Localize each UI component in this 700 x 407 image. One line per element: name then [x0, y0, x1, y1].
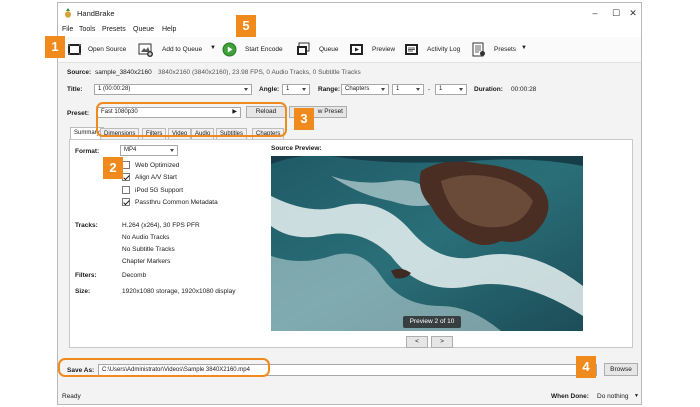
when-done-label: When Done: — [551, 393, 589, 400]
range-type-select[interactable]: Chapters — [341, 84, 389, 95]
web-optimized-label: Web Optimized — [135, 162, 180, 169]
title-label: Title: — [67, 86, 83, 93]
chevron-down-icon[interactable]: ▼ — [521, 45, 527, 51]
browse-button[interactable]: Browse — [604, 363, 638, 376]
toolbar: Open Source Add to Queue ▼ Start Encode — [58, 37, 641, 63]
align-av-label: Align A/V Start — [135, 174, 177, 181]
menu-tools[interactable]: Tools — [79, 26, 95, 33]
range-separator: - — [428, 86, 431, 93]
pineapple-icon — [65, 8, 71, 18]
handbrake-window: HandBrake – ☐ ✕ File Tools Presets Queue… — [57, 2, 642, 405]
status-bar: Ready When Done: Do nothing ▼ — [58, 389, 641, 405]
presets-icon — [472, 42, 485, 57]
highlight-save-as — [58, 358, 270, 377]
title-select[interactable]: 1 (00:00:28) — [94, 84, 252, 95]
format-label: Format: — [75, 148, 100, 155]
track-video: H.264 (x264), 30 FPS PFR — [122, 222, 200, 229]
passthru-metadata-label: Passthru Common Metadata — [135, 199, 218, 206]
range-label: Range: — [318, 86, 341, 93]
source-preview-label: Source Preview: — [271, 145, 322, 152]
window-title: HandBrake — [77, 9, 115, 18]
align-av-checkbox[interactable] — [122, 173, 130, 181]
preset-label: Preset: — [67, 110, 90, 117]
play-icon — [222, 42, 237, 57]
chevron-down-icon[interactable]: ▼ — [210, 45, 216, 51]
menu-bar: File Tools Presets Queue Help — [58, 23, 641, 37]
track-subtitle: No Subtitle Tracks — [122, 246, 175, 253]
when-done-select[interactable]: Do nothing — [597, 393, 628, 400]
menu-queue[interactable]: Queue — [133, 26, 154, 33]
source-label: Source: — [67, 69, 92, 76]
title-bar: HandBrake – ☐ ✕ — [58, 3, 641, 23]
preview-label: Preview — [372, 46, 396, 53]
start-encode-label: Start Encode — [245, 46, 283, 53]
track-chapters: Chapter Markers — [122, 258, 171, 265]
add-to-queue-label: Add to Queue — [162, 46, 203, 53]
film-icon — [68, 44, 81, 55]
callout-3: 3 — [294, 108, 314, 130]
angle-select[interactable]: 1 — [282, 84, 310, 95]
ipod-support-label: iPod 5G Support — [135, 187, 184, 194]
source-details: 3840x2160 (3840x2160), 23.98 FPS, 0 Audi… — [158, 69, 361, 76]
open-source-label: Open Source — [88, 46, 127, 53]
menu-presets[interactable]: Presets — [102, 26, 126, 33]
callout-5: 5 — [236, 15, 256, 37]
size-label: Size: — [75, 288, 91, 295]
close-button[interactable]: ✕ — [623, 6, 643, 20]
summary-panel: Format: MP4 Web Optimized Align A/V Star… — [69, 139, 633, 348]
callout-4: 4 — [576, 356, 596, 378]
passthru-metadata-checkbox[interactable] — [122, 198, 130, 206]
activity-log-icon — [405, 44, 418, 55]
add-queue-icon — [138, 43, 153, 57]
preview-prev-button[interactable]: < — [406, 336, 428, 348]
callout-2: 2 — [103, 157, 123, 179]
menu-file[interactable]: File — [62, 26, 73, 33]
size-value: 1920x1080 storage, 1920x1080 display — [122, 288, 236, 295]
callout-1: 1 — [45, 36, 65, 58]
angle-label: Angle: — [259, 86, 280, 93]
track-audio: No Audio Tracks — [122, 234, 170, 241]
queue-icon — [297, 42, 310, 55]
highlight-preset-area — [96, 102, 287, 137]
duration-value: 00:00:28 — [511, 86, 537, 93]
format-select[interactable]: MP4 — [120, 145, 178, 156]
preview-image — [271, 156, 583, 331]
activity-log-label: Activity Log — [427, 46, 461, 53]
preview-counter: Preview 2 of 10 — [403, 316, 461, 328]
range-start-select[interactable]: 1 — [392, 84, 424, 95]
queue-label: Queue — [319, 46, 339, 53]
preview-next-button[interactable]: > — [431, 336, 453, 348]
source-name: sample_3840x2160 — [95, 69, 152, 76]
tracks-label: Tracks: — [75, 222, 98, 229]
preview-icon — [350, 44, 363, 55]
filters-label: Filters: — [75, 272, 97, 279]
presets-label: Presets — [494, 46, 517, 53]
range-end-select[interactable]: 1 — [435, 84, 467, 95]
minimize-button[interactable]: – — [585, 6, 605, 20]
chevron-down-icon[interactable]: ▼ — [634, 393, 639, 399]
duration-label: Duration: — [474, 86, 503, 93]
menu-help[interactable]: Help — [162, 26, 176, 33]
status-text: Ready — [62, 393, 81, 400]
web-optimized-checkbox[interactable] — [122, 161, 130, 169]
filters-value: Decomb — [122, 272, 147, 279]
ipod-support-checkbox[interactable] — [122, 186, 130, 194]
